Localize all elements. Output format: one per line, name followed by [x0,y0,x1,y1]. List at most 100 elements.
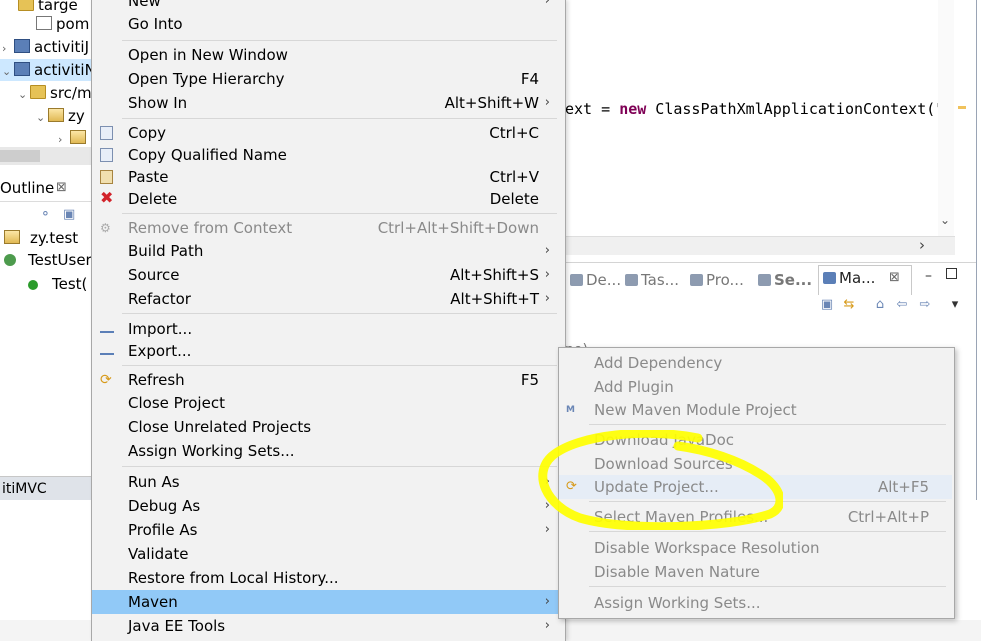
menu-item-source[interactable]: Source Alt+Shift+S › [92,263,563,287]
menu-item-refresh[interactable]: ⟳ Refresh F5 [92,368,563,392]
submenu-arrow-icon: › [544,267,550,282]
tab-search[interactable]: Se... [758,268,812,292]
scroll-down-icon[interactable]: ⌄ [940,213,950,227]
tab-maven-console[interactable]: Ma... ⊠ [818,265,912,295]
tree-item-child[interactable]: › [58,127,90,149]
menu-item-close-unrelated-projects[interactable]: Close Unrelated Projects [92,415,563,439]
submenu-item-new-maven-module[interactable]: M New Maven Module Project [559,398,952,422]
menu-item-build-path[interactable]: Build Path › [92,239,563,263]
submenu-arrow-icon: › [544,618,550,633]
menu-item-go-into[interactable]: Go Into [92,12,563,36]
close-icon[interactable]: ⊠ [56,178,67,198]
delete-icon: ✖ [100,188,114,207]
collapse-chevron-icon[interactable]: ⌄ [18,84,30,106]
menu-item-open-new-window[interactable]: Open in New Window [92,43,563,67]
maximize-icon[interactable] [946,268,957,279]
menu-item-profile-as[interactable]: Profile As › [92,518,563,542]
menu-separator [122,313,557,314]
scroll-right-icon[interactable]: › [919,236,925,254]
link-icon[interactable]: ⇆ [842,298,856,312]
folder-icon [18,0,34,11]
explorer-horizontal-scrollbar[interactable] [0,147,92,165]
tab-progress[interactable]: Pro... [690,268,744,292]
search-icon [758,274,771,286]
package-icon [4,230,20,244]
outline-item-method[interactable]: Test( [28,273,87,295]
submenu-item-add-plugin[interactable]: Add Plugin [559,375,952,399]
menu-item-validate[interactable]: Validate [92,542,563,566]
menu-item-remove-from-context[interactable]: ⚙ Remove from Context Ctrl+Alt+Shift+Down [92,216,563,240]
menu-separator [122,466,557,467]
clear-console-icon[interactable]: ▣ [820,298,834,312]
menu-item-close-project[interactable]: Close Project [92,391,563,415]
editor-vertical-scrollbar[interactable]: ⌄ [938,0,954,236]
export-icon [100,344,114,355]
collapse-chevron-icon[interactable]: ⌄ [36,107,48,129]
tab-declaration[interactable]: De... [570,268,621,292]
warning-marker-icon[interactable] [958,106,966,109]
tab-tasks[interactable]: Tas... [625,268,679,292]
sort-icon[interactable]: ▣ [63,207,77,222]
outline-tab-label: Outline [0,179,55,197]
tree-item-src[interactable]: ⌄ src/m [18,82,92,104]
package-icon [70,130,86,144]
collapse-all-icon[interactable]: ⚬ [40,207,54,222]
forward-icon[interactable]: ⇨ [918,298,932,312]
project-icon [14,39,30,53]
pin-icon[interactable]: ⌂ [873,298,887,312]
menu-item-maven[interactable]: Maven › [92,590,563,614]
tree-item-project-activitin[interactable]: ⌄ activitiN [0,59,96,83]
code-line: ext = new ClassPathXmlApplicationContext… [565,100,945,118]
outline-item-package[interactable]: zy.test [4,227,78,249]
menu-item-run-as[interactable]: Run As › [92,470,563,494]
minimize-icon[interactable]: – [925,268,932,284]
menu-item-restore-local-history[interactable]: Restore from Local History... [92,566,563,590]
tree-item-package[interactable]: ⌄ zy [36,105,85,127]
xml-file-icon [36,16,52,30]
menu-item-copy-qualified-name[interactable]: Copy Qualified Name [92,143,563,167]
source-folder-icon [30,85,46,99]
menu-item-assign-working-sets[interactable]: Assign Working Sets... [92,439,563,463]
class-icon [4,254,16,266]
declaration-icon [570,274,583,286]
menu-item-java-ee-tools[interactable]: Java EE Tools › [92,614,563,638]
scrollbar-thumb[interactable] [0,150,40,162]
copy-icon [100,126,113,140]
close-icon[interactable]: ⊠ [889,266,900,290]
expand-chevron-icon[interactable]: › [2,38,14,60]
context-menu: New › Go Into Open in New Window Open Typ… [91,0,566,641]
submenu-arrow-icon: › [544,594,550,609]
remove-context-icon: ⚙ [100,221,111,235]
back-icon[interactable]: ⇦ [895,298,909,312]
view-menu-icon[interactable]: ▾ [948,298,962,312]
menu-item-open-type-hierarchy[interactable]: Open Type Hierarchy F4 [92,67,563,91]
tree-item-project-activitij[interactable]: › activitiJ [2,36,89,58]
submenu-item-disable-workspace-resolution[interactable]: Disable Workspace Resolution [559,536,952,560]
menu-item-refactor[interactable]: Refactor Alt+Shift+T › [92,287,563,311]
project-explorer: targe pom › activitiJ ⌄ activitiN ⌄ src/m ⌄… [0,0,96,165]
menu-item-delete[interactable]: ✖ Delete Delete [92,187,563,211]
editor-horizontal-scrollbar[interactable]: › [565,236,955,255]
highlight-annotation [538,430,783,530]
copy-qualified-icon [100,148,113,162]
menu-item-copy[interactable]: Copy Ctrl+C [92,121,563,145]
outline-tab[interactable]: Outline ⊠ [0,175,92,202]
submenu-item-disable-maven-nature[interactable]: Disable Maven Nature [559,560,952,584]
submenu-separator [589,586,946,587]
submenu-item-add-dependency[interactable]: Add Dependency [559,351,952,375]
menu-item-export[interactable]: Export... [92,339,563,363]
progress-icon [690,274,703,286]
menu-item-show-in[interactable]: Show In Alt+Shift+W › [92,91,563,115]
submenu-item-assign-working-sets[interactable]: Assign Working Sets... [559,591,952,615]
menu-item-paste[interactable]: Paste Ctrl+V [92,165,563,189]
submenu-arrow-icon: › [544,291,550,306]
menu-item-import[interactable]: Import... [92,317,563,341]
tasks-icon [625,274,638,286]
outline-item-class[interactable]: TestUser [4,249,92,271]
menu-item-debug-as[interactable]: Debug As › [92,494,563,518]
import-icon [100,322,114,333]
tree-item-pom[interactable]: pom [36,13,89,35]
menu-separator [122,365,557,366]
highlight-stroke [538,430,783,530]
collapse-chevron-icon[interactable]: ⌄ [2,61,14,83]
